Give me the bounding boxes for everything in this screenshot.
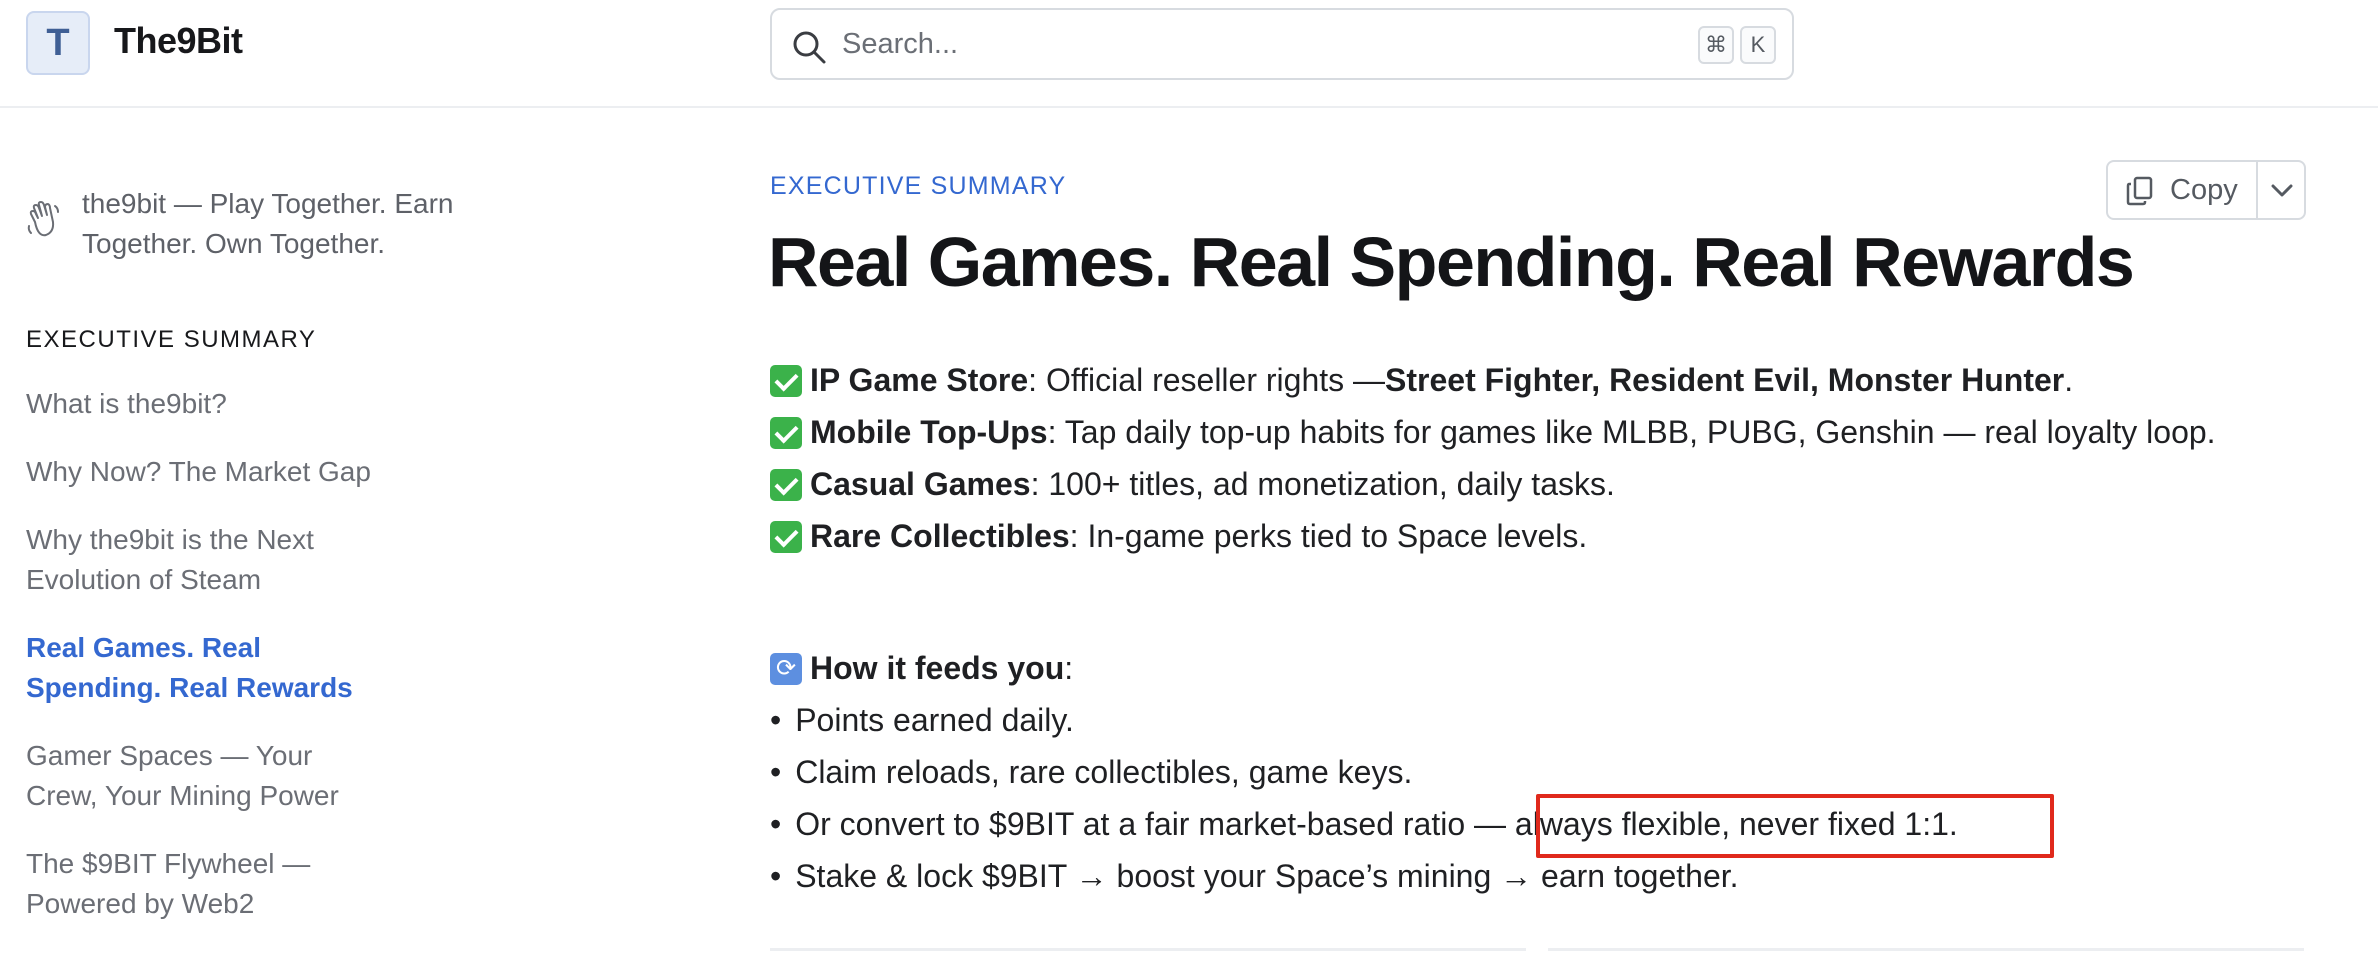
sidebar-item-gamer-spaces[interactable]: Gamer Spaces — Your Crew, Your Mining Po… bbox=[26, 736, 386, 816]
shortcut-k-key: K bbox=[1740, 26, 1776, 64]
sidebar-section-title: EXECUTIVE SUMMARY bbox=[26, 326, 317, 353]
card-top-edge bbox=[770, 948, 1526, 954]
feature-rare-collectibles: Rare Collectibles : In-game perks tied t… bbox=[770, 518, 1587, 555]
search-input[interactable]: Search... ⌘ K bbox=[770, 8, 1794, 80]
repeat-icon: ⟳ bbox=[770, 652, 802, 685]
shortcut-cmd-key: ⌘ bbox=[1698, 26, 1734, 64]
feeds-heading-colon: : bbox=[1064, 650, 1074, 686]
search-icon bbox=[793, 31, 826, 64]
check-icon bbox=[770, 364, 802, 397]
chevron-down-icon[interactable] bbox=[2258, 162, 2306, 218]
feeds-item: • Stake & lock $9BIT → boost your Space’… bbox=[770, 858, 1739, 895]
feeds-heading: ⟳ How it feeds you : bbox=[770, 650, 1073, 687]
card-top-edge bbox=[1548, 948, 2304, 954]
sidebar-item-flywheel[interactable]: The $9BIT Flywheel — Powered by Web2 bbox=[26, 844, 326, 924]
sidebar-top-label: the9bit — Play Together. Earn Together. … bbox=[82, 188, 454, 259]
bullet: • bbox=[770, 806, 782, 842]
page-title: Real Games. Real Spending. Real Rewards bbox=[768, 223, 2135, 301]
copy-button[interactable]: Copy bbox=[2108, 162, 2256, 218]
bullet: • bbox=[770, 702, 782, 738]
feature-title: IP Game Store bbox=[810, 362, 1029, 398]
feature-title: Rare Collectibles bbox=[810, 518, 1070, 554]
feature-text: : Official reseller rights — bbox=[1028, 362, 1386, 398]
feature-ip-game-store: IP Game Store : Official reseller rights… bbox=[770, 362, 2073, 399]
feeds-item-text: Points earned daily. bbox=[795, 702, 1074, 738]
feature-mobile-top-ups: Mobile Top-Ups : Tap daily top-up habits… bbox=[770, 414, 2216, 451]
feeds-item-text: Stake & lock $9BIT → boost your Space’s … bbox=[795, 858, 1739, 894]
feature-casual-games: Casual Games : 100+ titles, ad monetizat… bbox=[770, 466, 1615, 503]
check-icon bbox=[770, 416, 802, 449]
feature-title: Mobile Top-Ups bbox=[810, 414, 1048, 450]
top-header: T The9Bit Search... ⌘ K bbox=[0, 0, 2378, 108]
bullet: • bbox=[770, 858, 782, 894]
copy-button-group: Copy bbox=[2106, 160, 2306, 220]
sidebar-item-what-is[interactable]: What is the9bit? bbox=[26, 384, 406, 424]
highlight-annotation-box bbox=[1536, 794, 2054, 858]
feature-text: : In-game perks tied to Space levels. bbox=[1069, 518, 1588, 554]
feature-text: : 100+ titles, ad monetization, daily ta… bbox=[1030, 466, 1615, 502]
sidebar-item-next-evolution[interactable]: Why the9bit is the Next Evolution of Ste… bbox=[26, 520, 366, 600]
sidebar: the9bit — Play Together. Earn Together. … bbox=[0, 110, 640, 954]
logo[interactable]: T bbox=[26, 11, 90, 75]
feeds-item: • Points earned daily. bbox=[770, 702, 1074, 739]
feeds-heading-label: How it feeds you bbox=[810, 650, 1065, 686]
wave-icon bbox=[27, 201, 59, 237]
page-eyebrow: EXECUTIVE SUMMARY bbox=[770, 172, 1067, 200]
feature-text: : Tap daily top-up habits for games like… bbox=[1047, 414, 2216, 450]
sidebar-item-why-now[interactable]: Why Now? The Market Gap bbox=[26, 452, 406, 492]
search-placeholder: Search... bbox=[842, 28, 959, 60]
feeds-item-text: Claim reloads, rare collectibles, game k… bbox=[795, 754, 1413, 790]
feature-highlight: Street Fighter, Resident Evil, Monster H… bbox=[1385, 362, 2065, 398]
check-icon bbox=[770, 520, 802, 553]
feeds-item: • Claim reloads, rare collectibles, game… bbox=[770, 754, 1412, 791]
copy-label: Copy bbox=[2170, 174, 2238, 206]
brand-name[interactable]: The9Bit bbox=[114, 20, 243, 62]
feature-title: Casual Games bbox=[810, 466, 1031, 502]
check-icon bbox=[770, 468, 802, 501]
bullet: • bbox=[770, 754, 782, 790]
copy-icon bbox=[2126, 176, 2153, 206]
feature-tail: . bbox=[2064, 362, 2074, 398]
sidebar-item-real-games[interactable]: Real Games. Real Spending. Real Rewards bbox=[26, 628, 366, 708]
